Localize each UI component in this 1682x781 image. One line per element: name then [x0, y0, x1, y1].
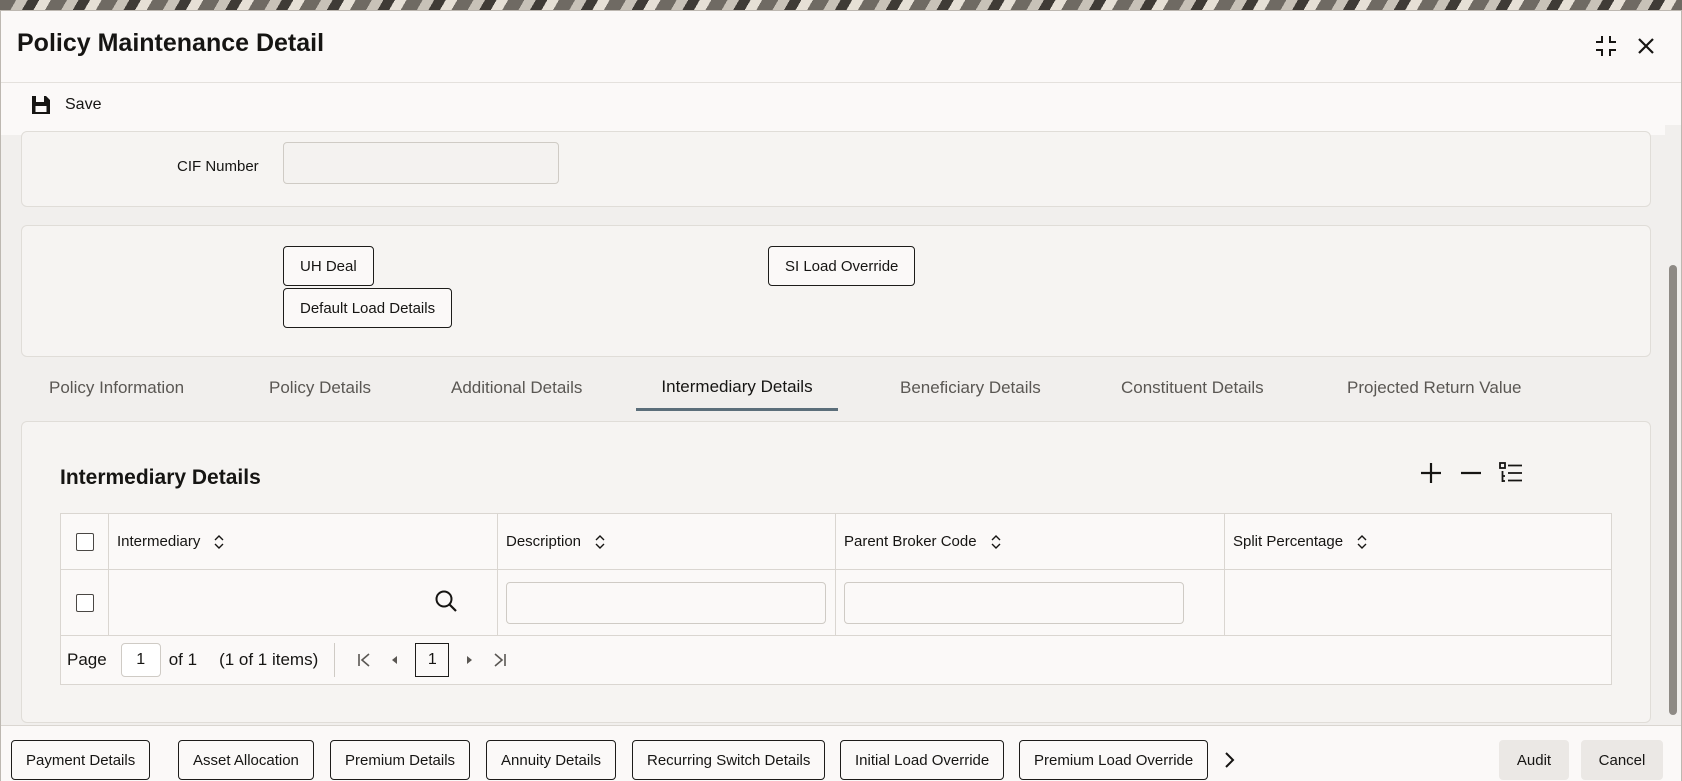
- column-header-description[interactable]: Description: [498, 514, 836, 569]
- load-actions-panel: UH Deal Default Load Details SI Load Ove…: [21, 225, 1651, 357]
- previous-page-icon: [392, 656, 398, 664]
- collapse-icon: [1596, 36, 1616, 56]
- intermediary-cell[interactable]: [109, 570, 498, 635]
- first-page-button[interactable]: [349, 645, 379, 675]
- close-icon: [1638, 38, 1654, 54]
- search-icon[interactable]: [433, 588, 459, 614]
- intermediary-grid: Intermediary Description Parent Broker C…: [60, 513, 1612, 685]
- parent-broker-code-input[interactable]: [844, 581, 1184, 624]
- tab-policy-information[interactable]: Policy Information: [49, 365, 184, 411]
- row-select-cell: [61, 570, 109, 635]
- description-cell: [498, 570, 836, 635]
- default-load-details-button[interactable]: Default Load Details: [283, 288, 453, 328]
- first-page-icon: [358, 653, 370, 667]
- column-header-label: Parent Broker Code: [844, 533, 977, 550]
- current-page-value: 1: [427, 651, 437, 668]
- split-percentage-cell[interactable]: [1225, 570, 1611, 635]
- sort-icon: [1357, 534, 1367, 549]
- si-load-override-button[interactable]: SI Load Override: [768, 246, 916, 286]
- delete-row-button[interactable]: [1456, 458, 1486, 488]
- premium-load-override-button[interactable]: Premium Load Override: [1019, 740, 1209, 780]
- customer-panel: CIF Number: [21, 131, 1651, 207]
- column-header-intermediary[interactable]: Intermediary: [109, 514, 498, 569]
- column-header-label: Intermediary: [117, 533, 201, 550]
- plus-icon: [1421, 463, 1441, 483]
- footer-bar: Payment Details Asset Allocation Premium…: [1, 725, 1681, 781]
- add-row-button[interactable]: [1416, 458, 1446, 488]
- section-title: Intermediary Details: [60, 466, 261, 489]
- next-page-button[interactable]: [455, 645, 485, 675]
- audit-button[interactable]: Audit: [1499, 740, 1569, 780]
- pagination-bar: Page 1 of 1 (1 of 1 items) 1: [61, 636, 1611, 684]
- cif-number-input[interactable]: [283, 142, 559, 184]
- list-view-icon: [1499, 462, 1522, 482]
- toolbar: Save: [1, 91, 1681, 125]
- column-header-label: Description: [506, 533, 582, 550]
- asset-allocation-button[interactable]: Asset Allocation: [178, 740, 314, 780]
- tab-additional-details[interactable]: Additional Details: [451, 365, 582, 411]
- grid-header: Intermediary Description Parent Broker C…: [61, 514, 1611, 570]
- items-count-label: (1 of 1 items): [219, 650, 319, 669]
- description-input[interactable]: [506, 581, 826, 624]
- title-bar: Policy Maintenance Detail: [1, 11, 1681, 83]
- premium-details-button[interactable]: Premium Details: [330, 740, 471, 780]
- dialog-window: Policy Maintenance Detail Save CIF Numbe…: [0, 10, 1682, 781]
- tab-intermediary-details[interactable]: Intermediary Details: [636, 365, 838, 411]
- page-label: Page: [67, 650, 107, 669]
- minus-icon: [1461, 471, 1481, 475]
- cif-number-label: CIF Number: [177, 158, 259, 175]
- recurring-switch-details-button[interactable]: Recurring Switch Details: [632, 740, 826, 780]
- last-page-icon: [494, 653, 507, 667]
- sort-icon: [991, 534, 1001, 549]
- previous-page-button[interactable]: [379, 645, 409, 675]
- table-row: [61, 570, 1611, 636]
- column-header-parent-broker-code[interactable]: Parent Broker Code: [836, 514, 1225, 569]
- annuity-details-button[interactable]: Annuity Details: [486, 740, 617, 780]
- page-number-input[interactable]: 1: [120, 643, 161, 677]
- scrollbar-thumb[interactable]: [1669, 265, 1677, 715]
- cancel-button[interactable]: Cancel: [1581, 740, 1663, 780]
- vertical-scrollbar[interactable]: [1665, 125, 1681, 725]
- tab-constituent-details[interactable]: Constituent Details: [1121, 365, 1264, 411]
- close-button[interactable]: [1629, 29, 1663, 63]
- pager-divider: [334, 643, 336, 677]
- parent-broker-code-cell: [836, 570, 1225, 635]
- page-number-value: 1: [136, 651, 146, 668]
- row-checkbox[interactable]: [75, 593, 94, 612]
- select-all-cell: [61, 514, 109, 569]
- intermediary-panel: Intermediary Details Intermediary Descri…: [21, 421, 1651, 723]
- chevron-right-icon: [1225, 752, 1235, 768]
- initial-load-override-button[interactable]: Initial Load Override: [840, 740, 1005, 780]
- grid-actions: [1416, 458, 1526, 488]
- save-icon: [32, 96, 50, 114]
- column-header-split-percentage[interactable]: Split Percentage: [1225, 514, 1611, 569]
- window-title: Policy Maintenance Detail: [17, 29, 325, 57]
- maximize-button[interactable]: [1589, 29, 1623, 63]
- column-header-label: Split Percentage: [1233, 533, 1344, 550]
- payment-details-button[interactable]: Payment Details: [11, 740, 151, 780]
- tab-policy-details[interactable]: Policy Details: [269, 365, 371, 411]
- sort-icon: [214, 534, 224, 549]
- page-total-label: of 1: [168, 650, 198, 669]
- uh-deal-button[interactable]: UH Deal: [283, 246, 374, 286]
- last-page-button[interactable]: [485, 645, 515, 675]
- select-all-checkbox[interactable]: [75, 532, 94, 551]
- tab-projected-return-value[interactable]: Projected Return Value: [1347, 365, 1522, 411]
- form-content: CIF Number UH Deal Default Load Details …: [1, 131, 1665, 725]
- more-buttons-button[interactable]: [1215, 746, 1243, 774]
- sort-icon: [595, 534, 605, 549]
- single-record-view-button[interactable]: [1496, 458, 1526, 488]
- save-button[interactable]: Save: [29, 93, 101, 117]
- tab-bar: Policy Information Policy Details Additi…: [21, 365, 1651, 411]
- save-label: Save: [65, 96, 102, 113]
- tab-beneficiary-details[interactable]: Beneficiary Details: [900, 365, 1041, 411]
- current-page-button[interactable]: 1: [415, 643, 450, 677]
- next-page-icon: [467, 656, 473, 664]
